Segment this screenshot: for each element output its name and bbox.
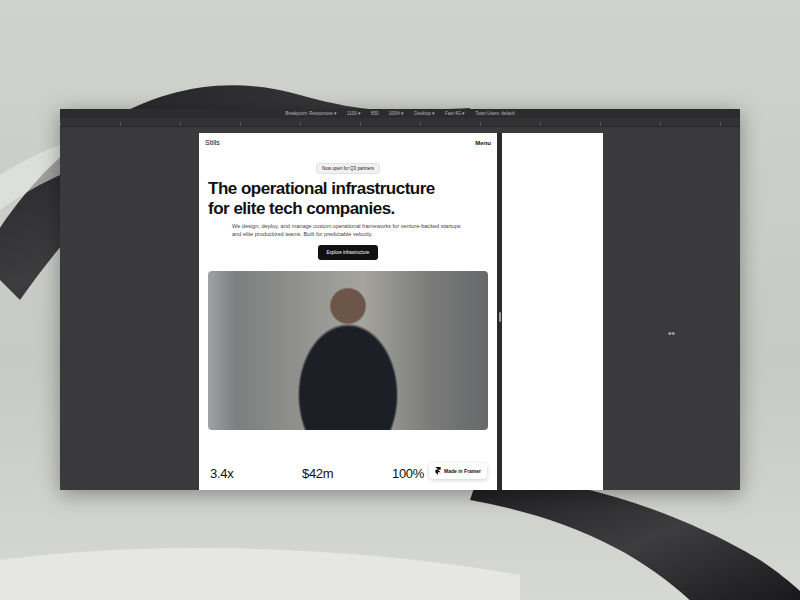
stat-value: $42m <box>302 466 392 481</box>
menu-link[interactable]: Menu <box>475 140 491 146</box>
announcement-badge: Now open for Q3 partners <box>316 163 380 174</box>
desktop: Breakpoint: Responsive ▾ 1100 ▾ 850 100% ▾ D… <box>0 0 800 600</box>
toolbar-item[interactable]: Town Users: default <box>475 109 515 118</box>
framer-window: Breakpoint: Responsive ▾ 1100 ▾ 850 100% ▾ D… <box>60 109 740 490</box>
hero-paragraph: We design, deploy, and manage custom ope… <box>232 223 468 238</box>
toolbar-item[interactable]: Fast 4G ▾ <box>445 109 465 118</box>
toolbar-item[interactable]: 850 <box>371 109 379 118</box>
hero-photo <box>208 271 488 430</box>
page-preview: Stills Menu Now open for Q3 partners The op… <box>199 133 497 490</box>
cta-button[interactable]: Explore infrastructure <box>318 245 379 260</box>
hero-heading: The operational infrastructurefor elite … <box>208 179 488 219</box>
secondary-preview <box>502 133 603 490</box>
canvas: Stills Menu Now open for Q3 partners The op… <box>60 127 740 490</box>
toolbar-item[interactable]: 1100 ▾ <box>347 109 361 118</box>
resize-hint: ↔ <box>668 329 675 338</box>
site-logo[interactable]: Stills <box>205 139 220 146</box>
toolbar-item[interactable]: Desktop ▾ <box>414 109 435 118</box>
toolbar: Breakpoint: Responsive ▾ 1100 ▾ 850 100% ▾ D… <box>60 109 740 118</box>
toolbar-item[interactable]: 100% ▾ <box>388 109 404 118</box>
ruler <box>60 118 740 127</box>
stat-value: 3.4x <box>210 466 302 481</box>
grip-icon <box>499 312 501 322</box>
made-in-framer-badge[interactable]: Made in Framer <box>429 463 487 479</box>
framer-logo-icon <box>435 467 441 475</box>
site-header: Stills Menu <box>205 133 491 146</box>
toolbar-item[interactable]: Breakpoint: Responsive ▾ <box>285 109 337 118</box>
